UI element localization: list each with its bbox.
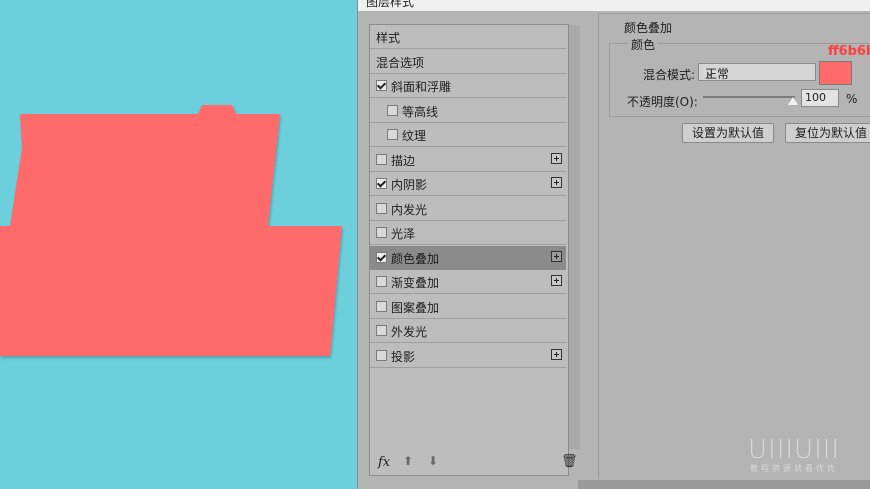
style-item-label: 图案叠加 <box>391 300 440 315</box>
arrow-down-icon[interactable]: ⬇ <box>428 454 438 468</box>
style-item[interactable]: 斜面和浮雕 <box>370 74 566 98</box>
reset-default-button[interactable]: 复位为默认值 <box>785 123 870 143</box>
style-item[interactable]: 纹理 <box>370 123 566 147</box>
style-item-checkbox[interactable] <box>387 104 398 116</box>
canvas-red-shape <box>0 105 342 356</box>
style-item[interactable]: 混合选项 <box>370 50 566 74</box>
dialog-title: 图层样式 <box>366 0 415 9</box>
style-item[interactable]: 等高线 <box>370 99 566 123</box>
style-item[interactable]: 样式 <box>370 25 566 49</box>
style-item-checkbox[interactable] <box>376 153 387 165</box>
style-item[interactable]: 颜色叠加 <box>370 245 566 270</box>
style-item-checkbox[interactable] <box>376 349 387 361</box>
style-item[interactable]: 光泽 <box>370 221 566 245</box>
style-item-label: 颜色叠加 <box>391 251 440 266</box>
opacity-input[interactable]: 100 <box>801 89 839 107</box>
style-item-label: 斜面和浮雕 <box>391 80 452 94</box>
hex-annotation: ff6b6b <box>828 44 870 59</box>
style-item-label: 外发光 <box>391 325 428 339</box>
watermark-subtitle: 教程资源就看优优 <box>750 464 839 473</box>
style-item[interactable]: 投影 <box>370 344 566 368</box>
color-swatch[interactable] <box>819 61 852 85</box>
add-effect-plus-icon[interactable] <box>551 250 562 262</box>
color-group-box: 颜色 ff6b6b 混合模式: 正常 ⌄ 不透明度(O): 100 % <box>609 36 870 117</box>
style-item-label: 内发光 <box>391 202 428 217</box>
add-effect-plus-icon[interactable] <box>551 348 562 360</box>
group-title: 颜色 <box>628 36 659 53</box>
style-item-checkbox[interactable] <box>376 325 387 336</box>
style-item-checkbox[interactable] <box>376 300 387 312</box>
fx-button[interactable]: fx <box>378 455 390 470</box>
style-item-label: 内阴影 <box>391 178 428 192</box>
opacity-label: 不透明度(O): <box>627 95 698 109</box>
layer-style-dialog: 图层样式 样式 混合选项 斜面和浮雕 等高线 纹理 描边 内阴影 内发光 光泽 颜色叠加 渐变叠加图… <box>357 0 870 489</box>
style-list-toolbar: fx ⬆ ⬇ 🗑 <box>370 449 578 475</box>
style-item[interactable]: 内阴影 <box>370 172 566 196</box>
style-item-label: 纹理 <box>402 129 427 143</box>
dialog-titlebar[interactable]: 图层样式 <box>358 0 870 11</box>
blend-mode-label: 混合模式: <box>643 68 696 82</box>
trash-icon[interactable]: 🗑 <box>561 454 578 469</box>
style-item-checkbox[interactable] <box>376 276 387 287</box>
style-item-checkbox[interactable] <box>376 202 387 214</box>
style-item[interactable]: 内发光 <box>370 197 566 221</box>
color-overlay-panel: 颜色叠加 颜色 ff6b6b 混合模式: 正常 ⌄ 不透明度(O): 100 %… <box>598 13 870 479</box>
add-effect-plus-icon[interactable] <box>551 152 562 164</box>
opacity-value: 100 <box>805 91 826 104</box>
style-item-label: 等高线 <box>402 104 439 119</box>
style-item-label: 光泽 <box>391 227 416 241</box>
add-effect-plus-icon[interactable] <box>551 177 562 188</box>
style-item-label: 投影 <box>391 349 416 364</box>
style-item[interactable]: 图案叠加 <box>370 295 566 319</box>
section-title: 颜色叠加 <box>621 19 676 36</box>
add-effect-plus-icon[interactable] <box>551 275 562 286</box>
set-default-button[interactable]: 设置为默认值 <box>682 123 774 143</box>
style-item-label: 描边 <box>391 153 416 168</box>
watermark-logo-text: UIIIUIII <box>748 435 841 465</box>
layer-style-list: 样式混合选项斜面和浮雕等高线纹理描边内阴影内发光光泽颜色叠加渐变叠加图案叠加外发… <box>369 24 580 476</box>
watermark-logo: UIIIUIII 教程资源就看优优 <box>748 435 840 474</box>
chevron-down-icon: ⌄ <box>705 65 716 79</box>
style-item-checkbox[interactable] <box>387 129 398 140</box>
dialog-bottom-strip <box>578 480 870 489</box>
style-item-label: 样式 <box>376 31 401 45</box>
style-item-label: 混合选项 <box>376 55 425 70</box>
style-item[interactable]: 渐变叠加 <box>370 270 566 294</box>
arrow-up-icon[interactable]: ⬆ <box>403 454 413 468</box>
style-item-checkbox[interactable] <box>376 251 387 263</box>
style-item-label: 渐变叠加 <box>391 276 440 290</box>
blend-mode-select[interactable]: 正常 ⌄ <box>698 63 816 81</box>
style-item[interactable]: 描边 <box>370 148 566 172</box>
opacity-unit: % <box>846 92 858 106</box>
style-item[interactable]: 外发光 <box>370 319 566 343</box>
style-item-checkbox[interactable] <box>376 178 387 189</box>
style-item-checkbox[interactable] <box>376 227 387 238</box>
style-item-checkbox[interactable] <box>376 80 387 91</box>
opacity-slider-thumb[interactable] <box>788 97 798 105</box>
opacity-slider-track[interactable] <box>703 96 795 98</box>
style-list-scrollbar[interactable] <box>569 25 580 449</box>
